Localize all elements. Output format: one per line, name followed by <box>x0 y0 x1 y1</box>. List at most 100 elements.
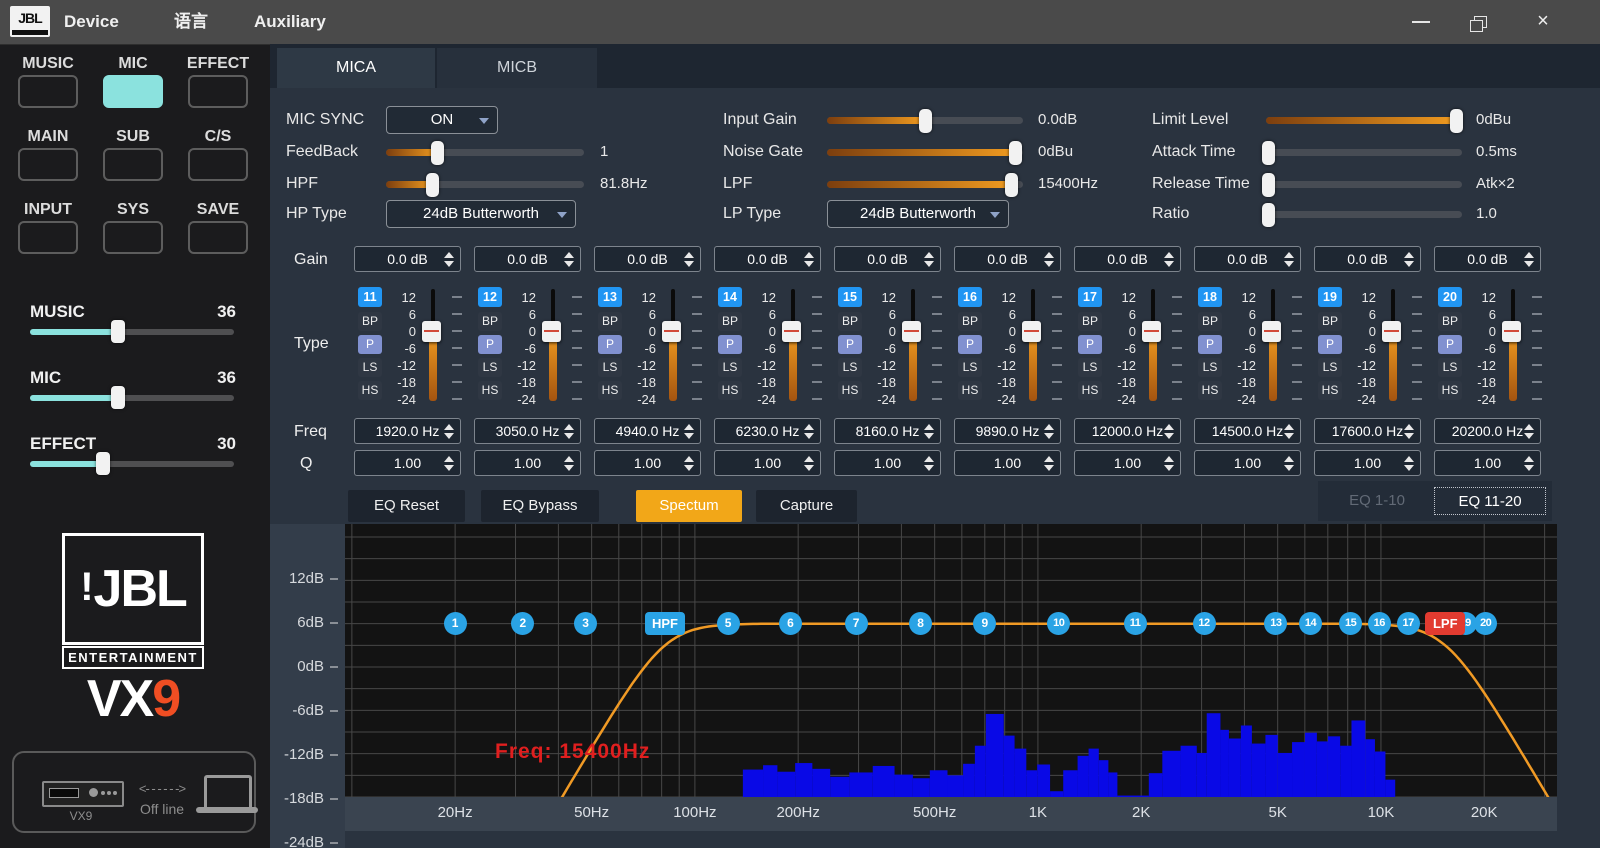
nav-button-input[interactable] <box>18 221 78 254</box>
spinner-arrows-icon[interactable] <box>924 423 934 441</box>
eq-freq-spinbox-11[interactable]: 1920.0 Hz <box>354 418 461 444</box>
slider-handle-noise-gate[interactable] <box>1009 141 1022 165</box>
eq-band-marker-14[interactable]: 14 <box>1299 612 1322 635</box>
nav-button-sub[interactable] <box>103 148 163 181</box>
eq-type-button-bp-15[interactable]: BP <box>838 312 862 331</box>
spinner-arrows-icon[interactable] <box>564 423 574 441</box>
eq-q-spinbox-19[interactable]: 1.00 <box>1314 450 1421 476</box>
spinner-arrows-icon[interactable] <box>564 455 574 473</box>
close-button[interactable]: × <box>1520 0 1566 44</box>
spinner-arrows-icon[interactable] <box>1524 251 1534 269</box>
nav-button-c-s[interactable] <box>188 148 248 181</box>
eq-type-button-bp-14[interactable]: BP <box>718 312 742 331</box>
eq-type-button-p-12[interactable]: P <box>478 335 502 354</box>
eq-band-number-14[interactable]: 14 <box>718 287 742 307</box>
nav-button-save[interactable] <box>188 221 248 254</box>
eq-type-button-p-16[interactable]: P <box>958 335 982 354</box>
eq-type-button-ls-12[interactable]: LS <box>478 358 502 377</box>
eq-freq-spinbox-18[interactable]: 14500.0 Hz <box>1194 418 1301 444</box>
spinner-arrows-icon[interactable] <box>804 251 814 269</box>
nav-button-music[interactable] <box>18 75 78 108</box>
eq-type-button-p-11[interactable]: P <box>358 335 382 354</box>
spinner-arrows-icon[interactable] <box>1164 251 1174 269</box>
eq-gain-spinbox-11[interactable]: 0.0 dB <box>354 246 461 272</box>
slider-feedback[interactable] <box>386 149 584 156</box>
eq-type-button-p-18[interactable]: P <box>1198 335 1222 354</box>
slider-attack-time[interactable] <box>1266 149 1462 156</box>
eq-type-button-ls-14[interactable]: LS <box>718 358 742 377</box>
slider-input-gain[interactable] <box>827 117 1023 124</box>
eq-freq-spinbox-20[interactable]: 20200.0 Hz <box>1434 418 1541 444</box>
spinner-arrows-icon[interactable] <box>1404 455 1414 473</box>
eq-gain-spinbox-19[interactable]: 0.0 dB <box>1314 246 1421 272</box>
restore-button[interactable] <box>1458 0 1504 44</box>
eq-type-button-hs-17[interactable]: HS <box>1078 381 1102 400</box>
eq-q-spinbox-12[interactable]: 1.00 <box>474 450 581 476</box>
eq-freq-spinbox-14[interactable]: 6230.0 Hz <box>714 418 821 444</box>
eq-type-button-bp-16[interactable]: BP <box>958 312 982 331</box>
eq-type-button-hs-18[interactable]: HS <box>1198 381 1222 400</box>
eq-band-marker-11[interactable]: 11 <box>1124 612 1147 635</box>
eq-gain-fader-15[interactable] <box>902 321 921 342</box>
eq-type-button-hs-20[interactable]: HS <box>1438 381 1462 400</box>
eq-type-button-ls-15[interactable]: LS <box>838 358 862 377</box>
eq-q-spinbox-13[interactable]: 1.00 <box>594 450 701 476</box>
eq-band-marker-3[interactable]: 3 <box>574 612 597 635</box>
slider-handle-attack-time[interactable] <box>1262 141 1275 165</box>
menu-item-3[interactable]: Auxiliary <box>254 0 326 44</box>
eq-q-spinbox-17[interactable]: 1.00 <box>1074 450 1181 476</box>
eq-band-marker-12[interactable]: 12 <box>1193 612 1216 635</box>
tab-mica[interactable]: MICA <box>277 48 435 88</box>
eq-band-number-11[interactable]: 11 <box>358 287 382 307</box>
slider-ratio[interactable] <box>1266 211 1462 218</box>
eq-freq-spinbox-13[interactable]: 4940.0 Hz <box>594 418 701 444</box>
eq-gain-fader-19[interactable] <box>1382 321 1401 342</box>
mix-slider-handle-effect[interactable] <box>96 452 110 475</box>
eq-band-marker-13[interactable]: 13 <box>1264 612 1287 635</box>
eq-type-button-p-14[interactable]: P <box>718 335 742 354</box>
spinner-arrows-icon[interactable] <box>924 251 934 269</box>
eq-type-button-p-19[interactable]: P <box>1318 335 1342 354</box>
eq-q-spinbox-14[interactable]: 1.00 <box>714 450 821 476</box>
eq-q-spinbox-11[interactable]: 1.00 <box>354 450 461 476</box>
slider-release-time[interactable] <box>1266 181 1462 188</box>
slider-handle-input-gain[interactable] <box>919 109 932 133</box>
eq-gain-spinbox-12[interactable]: 0.0 dB <box>474 246 581 272</box>
mix-slider-handle-mic[interactable] <box>111 386 125 409</box>
slider-lpf[interactable] <box>827 181 1023 188</box>
eq-gain-fader-13[interactable] <box>662 321 681 342</box>
eq-type-button-p-20[interactable]: P <box>1438 335 1462 354</box>
eq-band-marker-1[interactable]: 1 <box>444 612 467 635</box>
eq-band-number-19[interactable]: 19 <box>1318 287 1342 307</box>
slider-hpf[interactable] <box>386 181 584 188</box>
eq-band-marker-7[interactable]: 7 <box>845 612 868 635</box>
eq-q-spinbox-15[interactable]: 1.00 <box>834 450 941 476</box>
spinner-arrows-icon[interactable] <box>1404 423 1414 441</box>
eq-gain-fader-20[interactable] <box>1502 321 1521 342</box>
eq-response-graph[interactable]: Freq: 15400Hz 12345678910111213141516171… <box>345 524 1557 797</box>
spinner-arrows-icon[interactable] <box>444 251 454 269</box>
eq-type-button-bp-12[interactable]: BP <box>478 312 502 331</box>
eq-type-button-hs-12[interactable]: HS <box>478 381 502 400</box>
eq-type-button-ls-18[interactable]: LS <box>1198 358 1222 377</box>
eq-band-number-17[interactable]: 17 <box>1078 287 1102 307</box>
spinner-arrows-icon[interactable] <box>1284 251 1294 269</box>
spinner-arrows-icon[interactable] <box>804 423 814 441</box>
eq-type-button-bp-20[interactable]: BP <box>1438 312 1462 331</box>
eq-gain-fader-16[interactable] <box>1022 321 1041 342</box>
eq-freq-spinbox-19[interactable]: 17600.0 Hz <box>1314 418 1421 444</box>
eq-gain-fader-17[interactable] <box>1142 321 1161 342</box>
eq-band-number-15[interactable]: 15 <box>838 287 862 307</box>
eq-gain-fader-12[interactable] <box>542 321 561 342</box>
eq-gain-spinbox-17[interactable]: 0.0 dB <box>1074 246 1181 272</box>
eq-band-number-12[interactable]: 12 <box>478 287 502 307</box>
tab-micb[interactable]: MICB <box>437 48 597 88</box>
eq-band-marker-15[interactable]: 15 <box>1339 612 1362 635</box>
spinner-arrows-icon[interactable] <box>444 423 454 441</box>
eq-type-button-hs-19[interactable]: HS <box>1318 381 1342 400</box>
eq-action-capture[interactable]: Capture <box>756 490 857 522</box>
spinner-arrows-icon[interactable] <box>1044 423 1054 441</box>
minimize-button[interactable] <box>1398 0 1444 44</box>
eq-gain-fader-11[interactable] <box>422 321 441 342</box>
menu-item-2[interactable]: 语言 <box>174 0 208 44</box>
